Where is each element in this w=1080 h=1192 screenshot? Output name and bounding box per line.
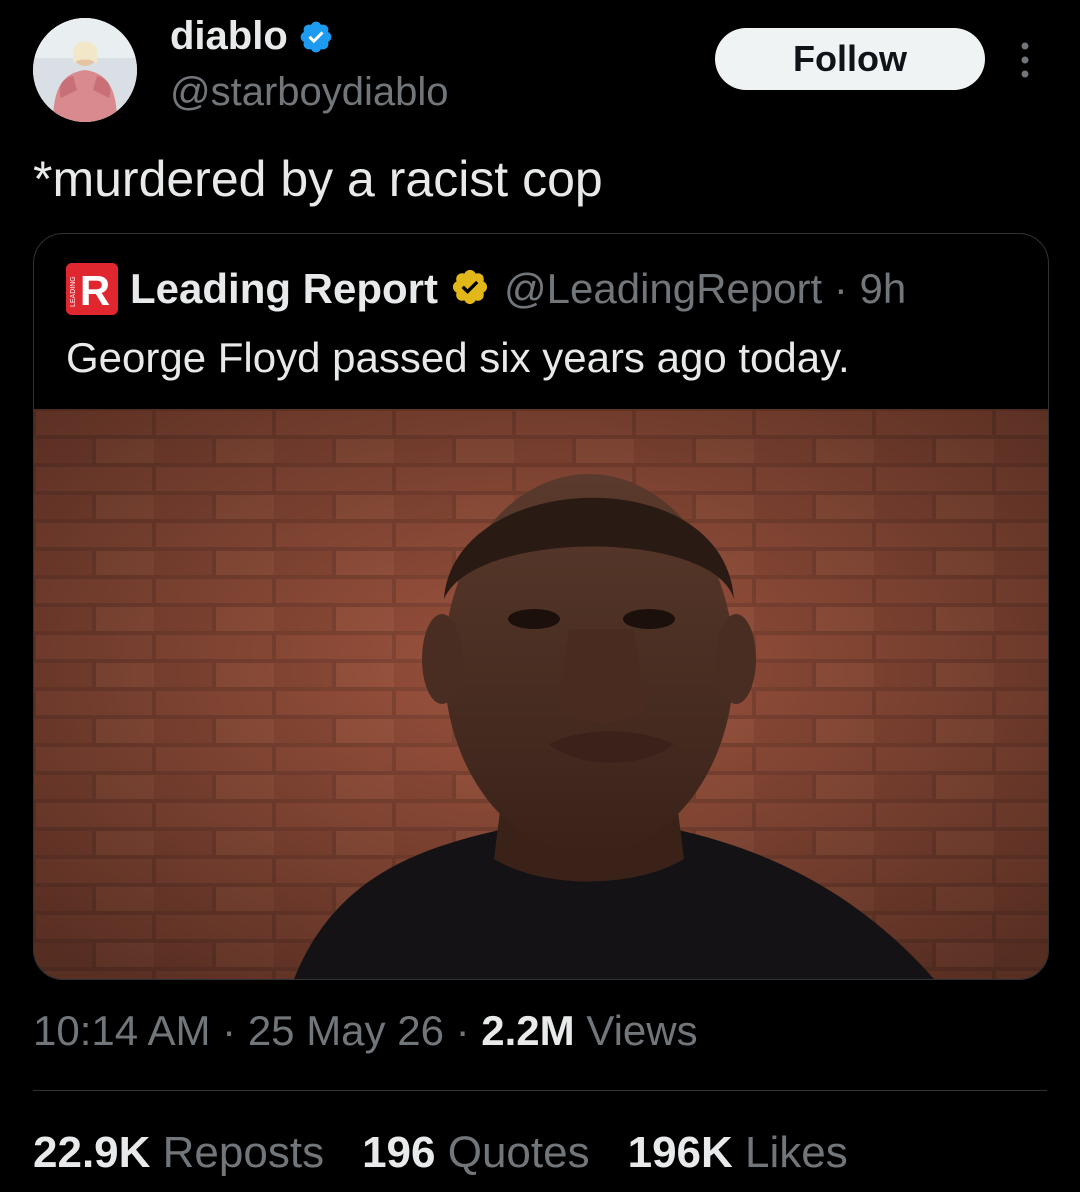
quotes-count: 196 xyxy=(362,1128,436,1177)
reposts-label: Reposts xyxy=(162,1128,325,1177)
quoted-author-name[interactable]: Leading Report xyxy=(130,265,438,313)
engagement-stats: 22.9K Reposts 196 Quotes 196K Likes xyxy=(33,1128,848,1178)
more-options-icon[interactable] xyxy=(1010,40,1040,80)
quotes-stat[interactable]: 196 Quotes xyxy=(362,1128,590,1178)
reposts-count: 22.9K xyxy=(33,1128,151,1177)
logo-small-text: LEADING xyxy=(70,276,77,307)
divider xyxy=(33,1090,1047,1091)
author-name[interactable]: diablo xyxy=(170,14,334,65)
quoted-tweet-photo[interactable] xyxy=(34,409,1048,979)
tweet-date[interactable]: 25 May 26 xyxy=(248,1007,444,1054)
likes-stat[interactable]: 196K Likes xyxy=(628,1128,848,1178)
logo-letter: R xyxy=(80,267,110,314)
views-count: 2.2M xyxy=(481,1007,575,1054)
follow-button[interactable]: Follow xyxy=(715,28,985,90)
author-name-text[interactable]: diablo xyxy=(170,14,288,58)
views-label: Views xyxy=(586,1007,698,1054)
tweet-time[interactable]: 10:14 AM xyxy=(33,1007,210,1054)
reposts-stat[interactable]: 22.9K Reposts xyxy=(33,1128,324,1178)
gold-verified-badge-icon xyxy=(450,267,490,312)
author-avatar[interactable] xyxy=(33,18,137,122)
likes-label: Likes xyxy=(745,1128,848,1177)
likes-count: 196K xyxy=(627,1128,733,1177)
quoted-tweet-card[interactable]: R LEADING Leading Report @LeadingReport … xyxy=(33,233,1049,980)
quoted-tweet-text: George Floyd passed six years ago today. xyxy=(66,334,850,381)
tweet-text: *murdered by a racist cop xyxy=(33,151,603,207)
author-handle[interactable]: @starboydiablo xyxy=(170,70,449,115)
separator: · xyxy=(455,1007,470,1054)
leading-report-logo[interactable]: R LEADING xyxy=(66,263,118,315)
quoted-handle-time[interactable]: @LeadingReport · 9h xyxy=(504,265,906,313)
quoted-tweet-header: R LEADING Leading Report @LeadingReport … xyxy=(66,263,906,315)
verified-badge-icon xyxy=(298,19,334,65)
tweet-timestamp-row: 10:14 AM · 25 May 26 · 2.2M Views xyxy=(33,1007,698,1055)
quotes-label: Quotes xyxy=(447,1128,590,1177)
separator: · xyxy=(222,1007,237,1054)
